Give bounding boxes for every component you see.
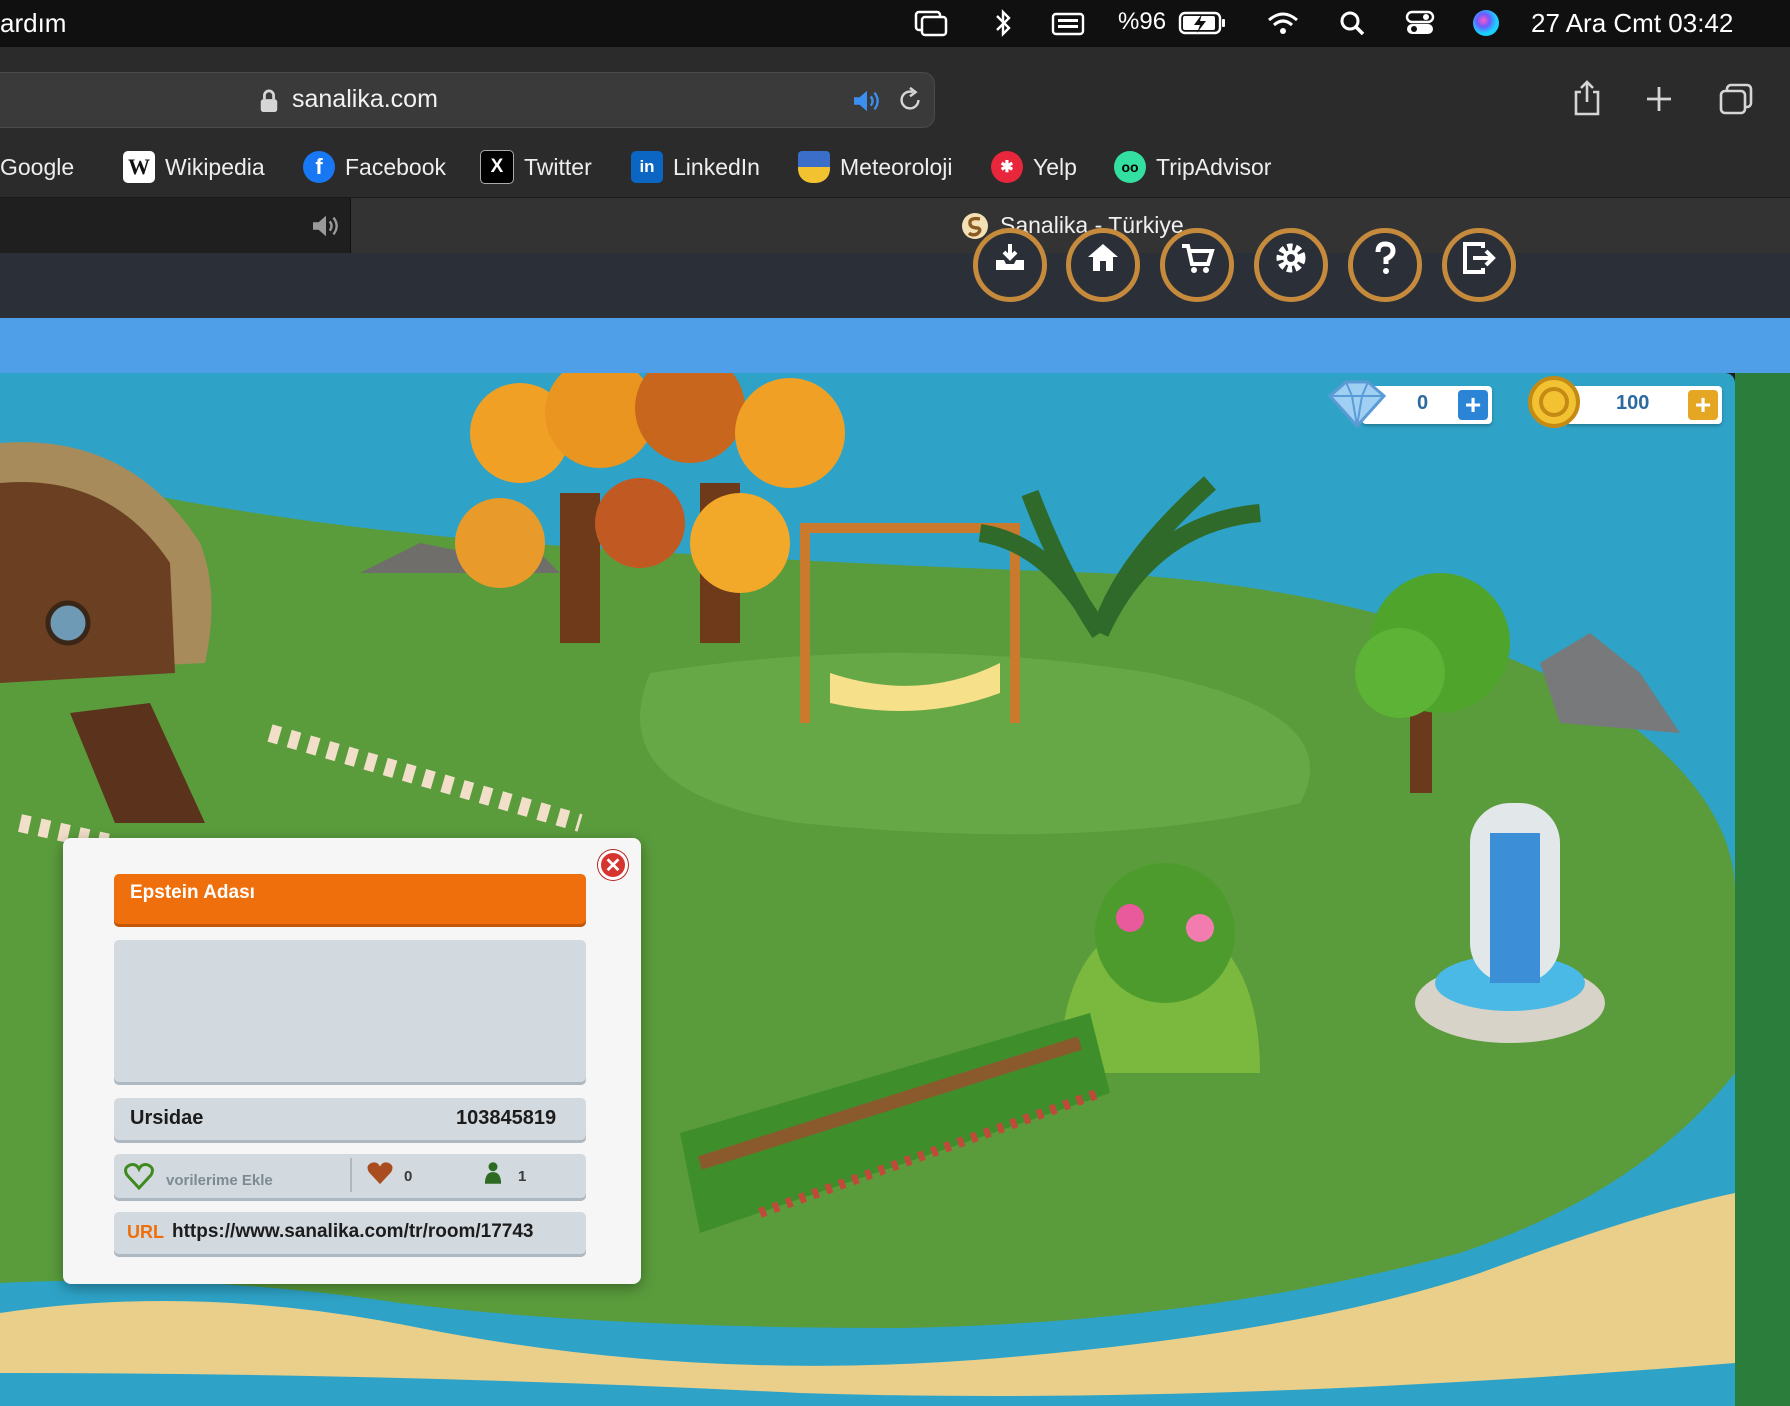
favorite-facebook[interactable]: f Facebook [303, 150, 446, 184]
linkedin-icon: in [631, 151, 663, 183]
game-sky [0, 318, 1790, 373]
inbox-icon [996, 244, 1024, 270]
lock-icon [258, 88, 280, 119]
coin-icon [1524, 372, 1588, 441]
tab-inactive[interactable] [0, 198, 351, 253]
share-icon[interactable] [1571, 78, 1603, 123]
game-header [0, 253, 1790, 318]
tab-overview-icon[interactable] [1718, 82, 1754, 121]
add-coins-button[interactable]: + [1688, 390, 1718, 420]
favorite-label: Meteoroloji [840, 153, 953, 180]
battery-percent: %96 [1118, 8, 1167, 35]
neighbor-island-edge [1735, 373, 1790, 1406]
menu-clock[interactable]: 27 Ara Cmt 03:42 [1531, 8, 1733, 39]
room-url[interactable]: https://www.sanalika.com/tr/room/17743 [172, 1221, 533, 1243]
inbox-button[interactable] [973, 228, 1047, 302]
cart-icon [1182, 244, 1215, 273]
favorite-google[interactable]: Google [0, 150, 74, 184]
spotlight-search-icon[interactable] [1335, 8, 1371, 38]
favorite-wikipedia[interactable]: W Wikipedia [123, 150, 265, 184]
coin-count: 100 [1616, 392, 1650, 414]
yelp-icon: ✱ [991, 151, 1023, 183]
favorite-label: Wikipedia [165, 153, 265, 180]
add-favorite-button[interactable] [124, 1162, 154, 1195]
heart-filled-icon [366, 1160, 394, 1191]
favorite-yelp[interactable]: ✱ Yelp [991, 150, 1077, 184]
likes-count: 0 [404, 1168, 413, 1185]
favorite-label: Google [0, 153, 75, 180]
facebook-icon: f [303, 151, 335, 183]
wikipedia-icon: W [123, 151, 155, 183]
help-button[interactable] [1348, 228, 1422, 302]
settings-icon [1276, 243, 1306, 273]
wifi-icon[interactable] [1265, 8, 1301, 38]
favorite-linkedin[interactable]: in LinkedIn [631, 150, 760, 184]
room-title: Epstein Adası [130, 882, 255, 903]
new-tab-icon[interactable] [1644, 84, 1674, 119]
add-diamonds-button[interactable]: + [1458, 390, 1488, 420]
favorite-label: LinkedIn [673, 153, 760, 180]
url-text[interactable]: sanalika.com [292, 85, 438, 114]
favorite-label: TripAdvisor [1156, 153, 1272, 180]
meteoroloji-icon [798, 151, 830, 183]
settings-button[interactable] [1254, 228, 1328, 302]
heart-outline-icon [124, 1163, 154, 1191]
logout-icon [1463, 242, 1496, 274]
close-icon: ✕ [604, 854, 622, 877]
owner-name[interactable]: Ursidae [130, 1107, 203, 1130]
favorite-label: Yelp [1033, 153, 1077, 180]
diamond-icon [1322, 376, 1392, 437]
url-row[interactable]: URL https://www.sanalika.com/tr/room/177… [114, 1212, 586, 1254]
x-icon: X [480, 150, 514, 184]
reload-icon[interactable] [896, 86, 924, 119]
stats-divider [350, 1158, 352, 1192]
favorite-meteoroloji[interactable]: Meteoroloji [798, 150, 953, 184]
owner-id: 103845819 [456, 1107, 557, 1129]
tripadvisor-icon: oo [1114, 151, 1146, 183]
help-icon [1375, 241, 1396, 274]
battery-charging-icon[interactable] [1178, 8, 1228, 38]
url-label: URL [127, 1222, 164, 1242]
home-icon [1088, 244, 1118, 271]
screen-mirroring-icon[interactable] [913, 8, 949, 38]
menu-bar: ardım %96 27 Ara Cmt 03:42 [0, 0, 1790, 47]
tab-audio-icon[interactable] [310, 213, 342, 244]
coin-counter: 100 + [1566, 386, 1722, 424]
diamond-count: 0 [1417, 392, 1429, 414]
close-dialog-button[interactable]: ✕ [598, 850, 628, 880]
visitors-count: 1 [518, 1168, 527, 1185]
audio-playing-icon[interactable] [850, 88, 884, 119]
home-button[interactable] [1066, 228, 1140, 302]
rocks-right [1540, 633, 1680, 733]
favorite-tripadvisor[interactable]: oo TripAdvisor [1114, 150, 1271, 184]
bluetooth-icon[interactable] [985, 8, 1021, 38]
favorite-twitter[interactable]: X Twitter [480, 150, 592, 184]
keyboard-input-icon[interactable] [1050, 8, 1086, 38]
favorite-label: Twitter [524, 153, 592, 180]
add-favorite-label[interactable]: vorilerime Ekle [166, 1172, 273, 1189]
control-center-icon[interactable] [1402, 8, 1438, 38]
visitor-icon [484, 1161, 502, 1190]
siri-icon[interactable] [1468, 8, 1504, 38]
logout-button[interactable] [1442, 228, 1516, 302]
room-description-box [114, 940, 586, 1082]
address-bar[interactable] [0, 72, 935, 128]
app-menu-help[interactable]: ardım [0, 8, 66, 39]
favorite-label: Facebook [345, 153, 447, 180]
shop-button[interactable] [1160, 228, 1234, 302]
